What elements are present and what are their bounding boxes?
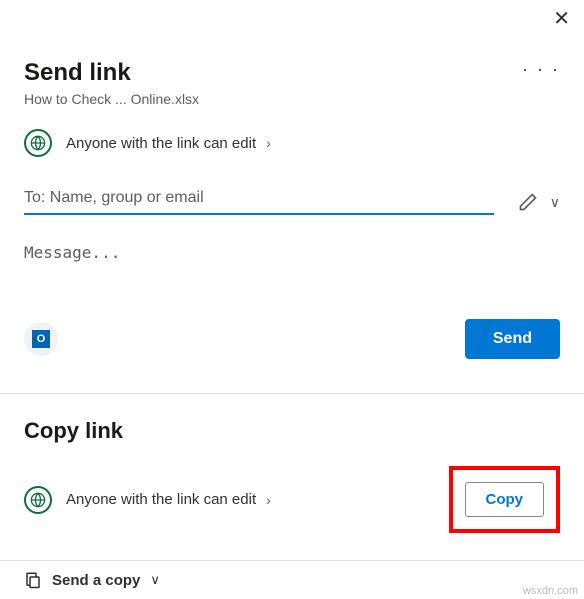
chevron-down-icon[interactable]: ∨ (550, 194, 560, 211)
pencil-icon[interactable] (518, 192, 538, 212)
divider (0, 393, 584, 394)
send-copy-label: Send a copy (52, 572, 140, 589)
chevron-right-icon: › (266, 492, 271, 508)
chevron-down-icon: ∨ (150, 572, 160, 588)
highlight-annotation: Copy (449, 466, 561, 533)
to-field-wrap (24, 189, 494, 215)
chevron-right-icon: › (266, 135, 271, 151)
outlook-icon[interactable]: O (24, 322, 58, 356)
watermark: wsxdn.com (523, 585, 578, 597)
file-copy-icon (24, 571, 42, 589)
send-copy-row[interactable]: Send a copy ∨ (0, 560, 584, 589)
more-options-icon[interactable]: · · · (522, 59, 560, 80)
globe-icon (24, 129, 52, 157)
globe-icon (24, 486, 52, 514)
close-icon[interactable]: ✕ (553, 6, 570, 31)
copy-permission-text: Anyone with the link can edit (66, 491, 256, 508)
copy-permission-selector[interactable]: Anyone with the link can edit › (24, 486, 271, 514)
page-title: Send link (24, 59, 131, 87)
send-button[interactable]: Send (465, 319, 560, 359)
permission-selector[interactable]: Anyone with the link can edit › (24, 129, 560, 157)
filename-label: How to Check ... Online.xlsx (24, 91, 560, 107)
permission-text: Anyone with the link can edit (66, 135, 256, 152)
copy-link-title: Copy link (24, 418, 560, 444)
message-input[interactable] (24, 243, 560, 262)
to-input[interactable] (24, 189, 494, 207)
copy-button[interactable]: Copy (465, 482, 545, 517)
